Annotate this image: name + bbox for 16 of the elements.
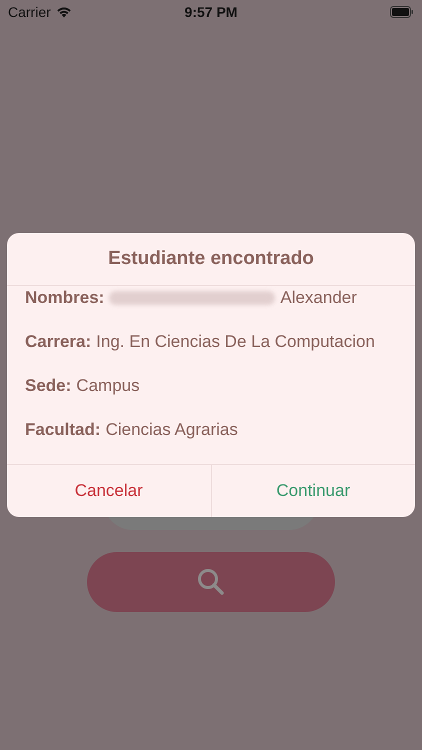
dialog-title: Estudiante encontrado xyxy=(7,233,415,286)
search-icon xyxy=(196,567,226,597)
field-label: Nombres: xyxy=(25,288,104,308)
field-value: Campus xyxy=(76,376,140,396)
battery-icon xyxy=(390,6,414,18)
field-value: Ciencias Agrarias xyxy=(106,420,238,440)
field-label: Facultad: xyxy=(25,420,101,440)
clock-time: 9:57 PM xyxy=(184,4,238,20)
field-label: Carrera: xyxy=(25,332,92,352)
field-value: Alexander xyxy=(280,288,357,308)
dialog-button[interactable]: Cancelar xyxy=(7,465,210,517)
wifi-icon xyxy=(56,6,72,18)
field-value: Ing. En Ciencias De La Computacion xyxy=(96,332,375,352)
field-label: Sede: xyxy=(25,376,72,396)
dialog-button[interactable]: Continuar xyxy=(210,465,415,517)
carrier-label: Carrier xyxy=(8,4,51,20)
